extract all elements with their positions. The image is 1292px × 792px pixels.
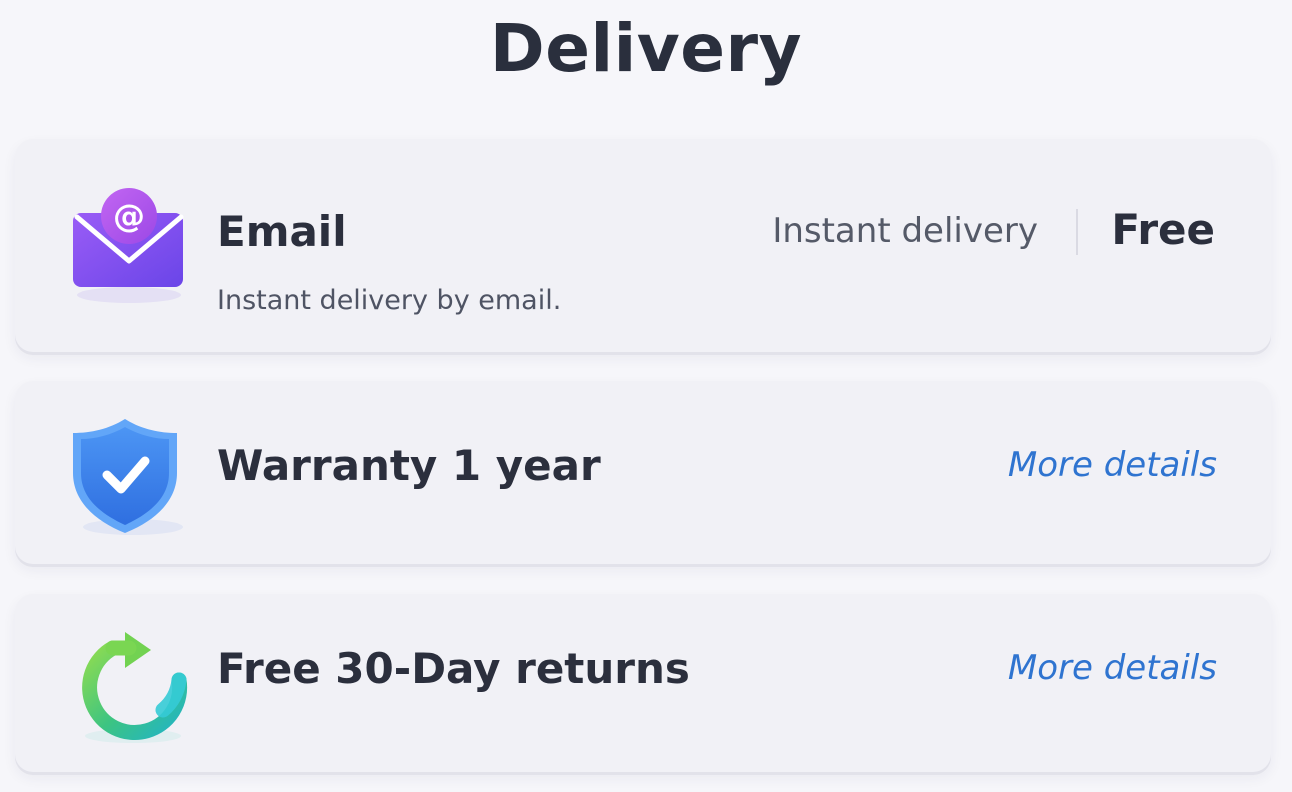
page-title: Delivery bbox=[489, 10, 803, 87]
returns-title: Free 30-Day returns bbox=[217, 644, 690, 693]
returns-option: Free 30-Day returns More details bbox=[15, 594, 1271, 772]
delivery-speed-label: Instant delivery bbox=[772, 211, 1038, 251]
email-option-description: Instant delivery by email. bbox=[217, 285, 562, 316]
email-option-title: Email bbox=[217, 207, 347, 256]
shield-check-icon bbox=[71, 415, 187, 537]
warranty-title: Warranty 1 year bbox=[217, 441, 601, 490]
email-delivery-option[interactable]: @ Email Instant delivery by email. Insta… bbox=[15, 139, 1271, 352]
warranty-more-details-link[interactable]: More details bbox=[1008, 445, 1217, 485]
email-at-icon: @ bbox=[71, 185, 187, 311]
svg-text:@: @ bbox=[113, 197, 145, 235]
returns-more-details-link[interactable]: More details bbox=[1008, 648, 1217, 688]
warranty-option: Warranty 1 year More details bbox=[15, 381, 1271, 564]
speed-price-divider bbox=[1076, 209, 1078, 255]
delivery-price: Free bbox=[1111, 205, 1215, 254]
returns-cycle-icon bbox=[67, 622, 193, 748]
